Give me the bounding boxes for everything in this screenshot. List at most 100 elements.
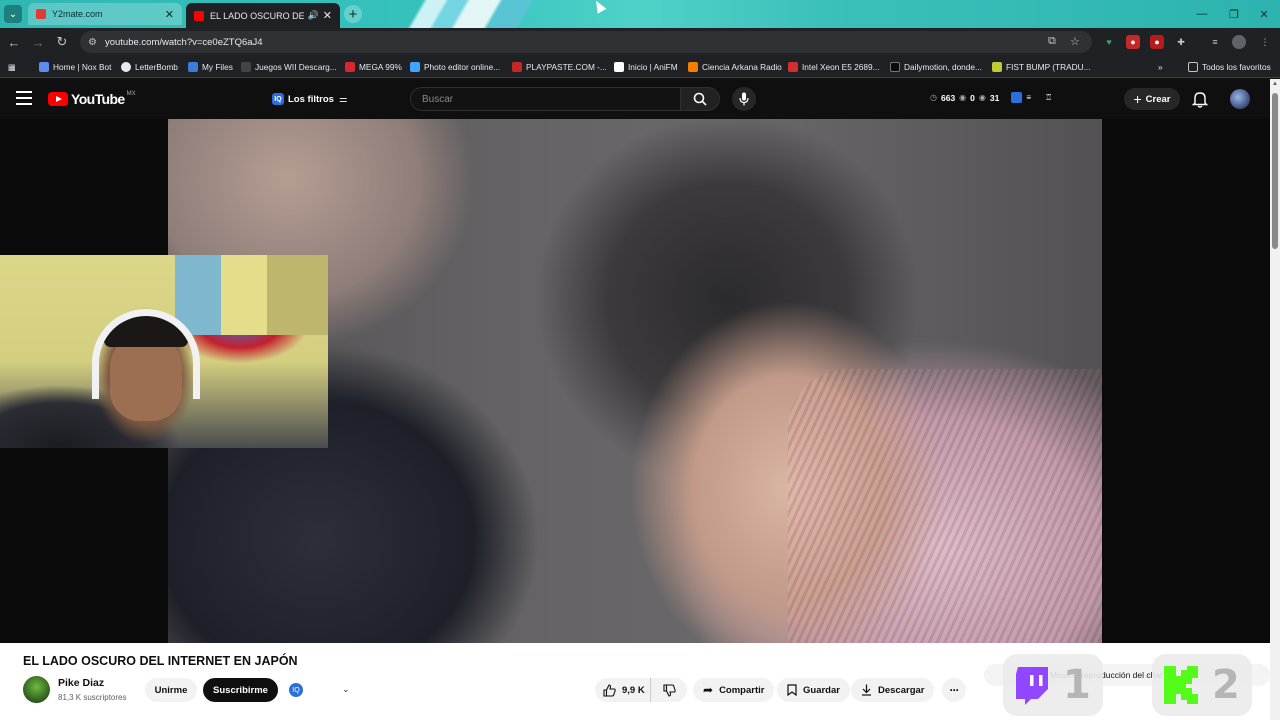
profile-avatar-icon[interactable] bbox=[1232, 35, 1246, 49]
extension-red-icon[interactable]: ● bbox=[1126, 35, 1140, 49]
download-button[interactable]: Descargar bbox=[851, 678, 935, 702]
bookmark-item[interactable]: Home | Nox Bot bbox=[39, 60, 111, 74]
bookmark-item[interactable]: FIST BUMP (TRADU... bbox=[992, 60, 1091, 74]
extensions-puzzle-icon[interactable]: ✚ bbox=[1174, 35, 1188, 49]
voice-search-button[interactable] bbox=[732, 87, 756, 111]
tab-search-icon[interactable]: ⌄ bbox=[4, 5, 22, 23]
reload-button[interactable]: ↻ bbox=[54, 34, 70, 50]
extension-badge-icon[interactable]: IQ bbox=[289, 683, 303, 697]
bookmark-item[interactable]: Juegos WII Descarg... bbox=[241, 60, 337, 74]
chevron-down-icon[interactable]: ⌄ bbox=[342, 684, 350, 695]
scroll-up-icon[interactable]: ▲ bbox=[1272, 81, 1278, 87]
install-app-icon[interactable]: ⧉ bbox=[1048, 35, 1056, 48]
subscriber-count: 81,3 K suscriptores bbox=[58, 693, 127, 702]
search-input[interactable]: Buscar bbox=[410, 87, 680, 111]
bookmarks-bar: ▦ Home | Nox Bot LetterBomb My Files Jue… bbox=[0, 56, 1280, 78]
twitch-viewer-overlay: 1 bbox=[1003, 654, 1103, 716]
more-actions-button[interactable]: ··· bbox=[942, 678, 966, 702]
video-title: EL LADO OSCURO DEL INTERNET EN JAPÓN bbox=[23, 654, 298, 668]
stat-a: 663 bbox=[940, 92, 956, 103]
extension-badge-icon bbox=[1011, 92, 1023, 103]
site-info-icon[interactable]: ⚙ bbox=[88, 37, 97, 48]
folder-icon bbox=[1188, 62, 1198, 72]
all-bookmarks-label: Todos los favoritos bbox=[1202, 62, 1271, 72]
speaker-icon[interactable]: 🔊 bbox=[308, 10, 319, 21]
bookmark-item[interactable]: MEGA 99% bbox=[345, 60, 402, 74]
youtube-logo[interactable]: YouTube MX bbox=[48, 91, 136, 107]
bookmark-label: Photo editor online... bbox=[424, 62, 501, 72]
sliders-icon: ⚌ bbox=[338, 93, 348, 105]
all-bookmarks-folder[interactable]: Todos los favoritos bbox=[1188, 60, 1271, 74]
tab-title: Y2mate.com bbox=[52, 9, 103, 19]
extension-adblock-icon[interactable]: ● bbox=[1150, 35, 1164, 49]
tab-y2mate[interactable]: Y2mate.com ✕ bbox=[28, 3, 182, 25]
bookmark-favicon-icon bbox=[788, 62, 798, 72]
bookmark-item[interactable]: Intel Xeon E5 2689... bbox=[788, 60, 880, 74]
bookmark-favicon-icon bbox=[39, 62, 49, 72]
channel-name[interactable]: Pike Diaz bbox=[58, 677, 104, 689]
dislike-button[interactable] bbox=[651, 683, 687, 697]
close-tab-icon[interactable]: ✕ bbox=[165, 8, 174, 21]
join-button[interactable]: Unirme bbox=[145, 678, 197, 702]
media-controls-icon[interactable]: ≡ bbox=[1208, 35, 1222, 49]
create-label: Crear bbox=[1145, 93, 1171, 105]
video-player[interactable] bbox=[0, 119, 1270, 643]
bookmark-item[interactable]: PLAYPASTE.COM -... bbox=[512, 60, 607, 74]
close-tab-icon[interactable]: ✕ bbox=[323, 9, 332, 22]
bookmark-item[interactable]: My Files bbox=[188, 60, 233, 74]
bookmark-star-icon[interactable]: ☆ bbox=[1070, 35, 1080, 48]
new-tab-button[interactable]: + bbox=[344, 5, 362, 23]
page-scrollbar[interactable]: ▲ bbox=[1270, 79, 1280, 720]
scrollbar-thumb[interactable] bbox=[1272, 93, 1278, 249]
search-button[interactable] bbox=[680, 87, 720, 111]
back-button[interactable]: ← bbox=[6, 34, 22, 50]
tab-youtube-video[interactable]: EL LADO OSCURO DEL INTE 🔊 ✕ bbox=[186, 3, 340, 28]
extension-green-icon[interactable]: ♥ bbox=[1102, 35, 1116, 49]
bookmark-favicon-icon bbox=[512, 62, 522, 72]
list-icon: ≡ bbox=[1026, 93, 1032, 102]
clock-icon: ◷ bbox=[930, 93, 937, 102]
stat-c: 31 bbox=[989, 92, 1000, 103]
bookmark-favicon-icon bbox=[410, 62, 420, 72]
guide-menu-icon[interactable] bbox=[16, 91, 32, 105]
extension-badge-icon: IQ bbox=[272, 93, 284, 105]
share-button[interactable]: ➦ Compartir bbox=[693, 678, 775, 702]
bookmark-item[interactable]: Photo editor online... bbox=[410, 60, 500, 74]
y2mate-favicon-icon bbox=[36, 9, 46, 19]
search-placeholder: Buscar bbox=[422, 93, 454, 105]
minimize-button[interactable]: — bbox=[1186, 0, 1218, 28]
bookmark-item[interactable]: Ciencia Arkana Radio bbox=[688, 60, 782, 74]
kick-viewer-overlay: 2 bbox=[1152, 654, 1252, 716]
account-avatar[interactable] bbox=[1230, 89, 1250, 109]
bookmark-label: Juegos WII Descarg... bbox=[255, 62, 337, 72]
forward-button[interactable]: → bbox=[30, 34, 46, 50]
download-icon bbox=[862, 684, 871, 696]
notifications-icon[interactable] bbox=[1191, 90, 1209, 108]
create-button[interactable]: + Crear bbox=[1124, 88, 1180, 110]
apps-grid-icon[interactable]: ▦ bbox=[8, 60, 16, 74]
share-icon: ➦ bbox=[703, 683, 714, 697]
address-bar[interactable]: ⚙ youtube.com/watch?v=ce0eZTQ6aJ4 ⧉ ☆ bbox=[80, 31, 1092, 53]
youtube-masthead: YouTube MX IQ Los filtros ⚌ Buscar ◷ 663 … bbox=[0, 79, 1270, 119]
bookmark-favicon-icon bbox=[992, 62, 1002, 72]
restore-button[interactable]: ❐ bbox=[1218, 0, 1250, 28]
save-button[interactable]: Guardar bbox=[777, 678, 850, 702]
bookmark-favicon-icon bbox=[241, 62, 251, 72]
tab-title: EL LADO OSCURO DEL INTE bbox=[210, 10, 304, 21]
bookmark-icon bbox=[787, 684, 797, 696]
webcam-background-toys bbox=[175, 255, 328, 335]
bookmark-favicon-icon bbox=[614, 62, 624, 72]
bookmark-item[interactable]: Dailymotion, donde... bbox=[890, 60, 982, 74]
extension-stats[interactable]: ◷ 663 ◉ 0 ◉ 31 ≡ ♖ bbox=[930, 92, 1052, 103]
bookmark-label: Intel Xeon E5 2689... bbox=[802, 62, 880, 72]
subscribe-button[interactable]: Suscribirme bbox=[203, 678, 278, 702]
filters-button[interactable]: IQ Los filtros ⚌ bbox=[272, 88, 347, 110]
bookmark-item[interactable]: LetterBomb bbox=[121, 60, 178, 74]
channel-avatar[interactable] bbox=[23, 676, 50, 703]
more-bookmarks-icon[interactable]: » bbox=[1158, 60, 1163, 74]
bookmark-item[interactable]: Inicio | AniFM bbox=[614, 60, 678, 74]
bookmark-label: Dailymotion, donde... bbox=[904, 62, 982, 72]
browser-menu-icon[interactable]: ⋮ bbox=[1258, 35, 1272, 49]
like-button[interactable]: 9,9 K bbox=[595, 678, 651, 702]
close-window-button[interactable]: ✕ bbox=[1248, 0, 1280, 28]
